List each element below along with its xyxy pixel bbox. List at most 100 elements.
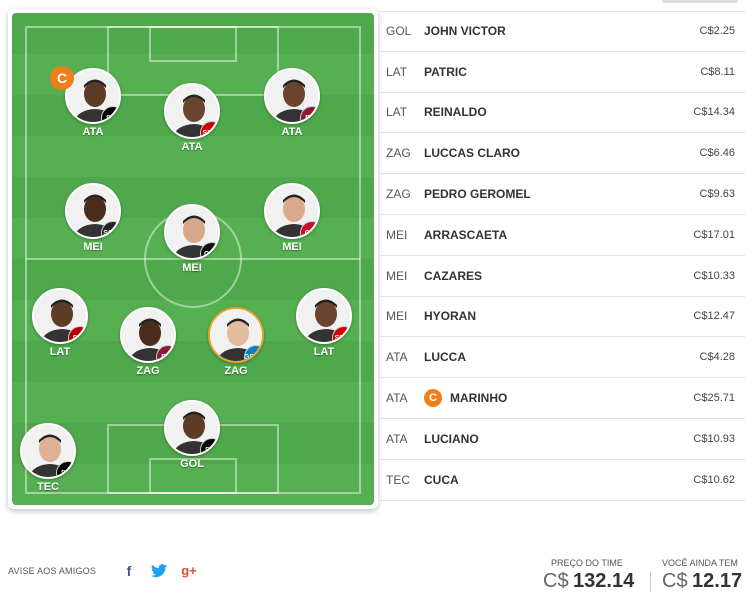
player-row-name: PEDRO GEROMEL (424, 187, 531, 202)
player-row-price: C$9.63 (699, 188, 735, 201)
player-row-name: CUCA (424, 472, 459, 487)
player-row-position: ATA (386, 431, 408, 446)
lineup-player-5[interactable]: CAM MEI (162, 204, 222, 274)
lineup-coach[interactable]: SFC TEC (18, 423, 78, 493)
lineup-player-2[interactable]: SPFC ATA (162, 83, 222, 153)
player-row[interactable]: MEI ARRASCAETA C$17.01 (378, 215, 745, 256)
player-photo: SPFC (164, 83, 220, 139)
remaining-label: VOCÊ AINDA TEM (662, 558, 738, 568)
player-row-price: C$6.46 (699, 147, 735, 160)
share-label: AVISE AOS AMIGOS (8, 566, 97, 576)
facebook-icon[interactable]: f (120, 562, 138, 580)
lineup-player-3[interactable]: FFC ATA (262, 68, 322, 138)
club-shield-icon: CRF (300, 221, 318, 237)
player-row[interactable]: MEI CAZARES C$10.33 (378, 256, 745, 297)
remaining-currency: C$ (662, 570, 688, 592)
player-row[interactable]: GOL JOHN VICTOR C$2.25 (378, 11, 745, 52)
top-tab-edge (662, 0, 738, 3)
player-row-name: LUCCAS CLARO (424, 146, 520, 161)
player-row-name: JOHN VICTOR (424, 24, 506, 39)
player-row-price: C$12.47 (693, 310, 735, 323)
player-row-name-wrap: REINALDO (424, 105, 675, 119)
club-shield-icon: FFC (300, 106, 318, 122)
player-photo: GFBPA (208, 307, 264, 363)
player-photo: CRF (264, 183, 320, 239)
coach-photo: SFC (20, 423, 76, 479)
player-row[interactable]: ATA LUCCA C$4.28 (378, 337, 745, 379)
captain-icon: C (424, 389, 442, 408)
player-row-position: ZAG (386, 187, 411, 202)
player-row-position: ZAG (386, 146, 411, 161)
player-row-name: LUCIANO (424, 431, 479, 446)
player-photo: FFC (120, 307, 176, 363)
player-photo: SCR (32, 288, 88, 344)
player-position: MEI (83, 241, 103, 253)
player-row-position: MEI (386, 309, 408, 324)
player-row-name-wrap: JOHN VICTOR (424, 24, 675, 38)
player-row-position: TEC (386, 472, 410, 487)
player-row-price: C$10.62 (693, 473, 735, 486)
player-position: ZAG (136, 365, 160, 377)
team-price-currency: C$ (543, 570, 569, 592)
player-row-name-wrap: LUCIANO (424, 432, 675, 446)
team-price-value: 132.14 (573, 570, 635, 592)
player-row[interactable]: ATA C MARINHO C$25.71 (378, 378, 745, 419)
club-shield-icon: FFC (156, 345, 174, 361)
player-position: TEC (37, 481, 59, 493)
player-list: GOL JOHN VICTOR C$2.25 LAT PATRIC C$8.11 LAT RE… (378, 11, 745, 501)
lineup-player-10[interactable]: SPFC LAT (294, 288, 354, 358)
player-row-name: CAZARES (424, 268, 483, 283)
twitter-icon[interactable] (150, 562, 168, 580)
club-shield-icon: SPFC (332, 326, 350, 342)
remaining-value: 12.17 (692, 570, 743, 592)
player-row-name-wrap: HYORAN (424, 309, 675, 323)
player-row-name-wrap: LUCCA (424, 350, 675, 364)
player-photo: SCCP (65, 183, 121, 239)
player-row[interactable]: LAT PATRIC C$8.11 (378, 52, 745, 93)
player-row-name: HYORAN (424, 309, 477, 324)
player-row-name-wrap: PEDRO GEROMEL (424, 187, 675, 201)
player-row-price: C$2.25 (699, 25, 735, 38)
player-row-name-wrap: C MARINHO (424, 389, 675, 408)
player-row-position: ATA (386, 391, 408, 406)
player-row-name: PATRIC (424, 64, 467, 79)
player-row-price: C$17.01 (693, 228, 735, 241)
player-row-name-wrap: LUCCAS CLARO (424, 146, 675, 160)
club-shield-icon: SFC (200, 438, 218, 454)
club-shield-icon: SFC (101, 106, 119, 122)
player-row[interactable]: ZAG LUCCAS CLARO C$6.46 (378, 133, 745, 175)
player-position: LAT (49, 346, 71, 358)
player-position: MEI (182, 262, 202, 274)
player-position: ATA (181, 141, 203, 153)
player-photo: FFC (264, 68, 320, 124)
lineup-player-9[interactable]: GFBPA ZAG (206, 307, 266, 377)
player-row[interactable]: ATA LUCIANO C$10.93 (378, 419, 745, 460)
player-row-name: ARRASCAETA (424, 227, 508, 242)
player-row-position: MEI (386, 227, 408, 242)
player-position: ATA (82, 126, 104, 138)
lineup-player-6[interactable]: CRF MEI (262, 183, 322, 253)
player-row[interactable]: ZAG PEDRO GEROMEL C$9.63 (378, 174, 745, 215)
player-row-position: MEI (386, 268, 408, 283)
player-row-position: ATA (386, 350, 408, 365)
stat-divider (650, 572, 651, 592)
lineup-player-4[interactable]: SCCP MEI (63, 183, 123, 253)
player-row[interactable]: MEI HYORAN C$12.47 (378, 297, 745, 338)
player-position: LAT (313, 346, 335, 358)
player-photo: SFC (164, 400, 220, 456)
lineup-player-8[interactable]: FFC ZAG (118, 307, 178, 377)
google-plus-icon[interactable]: g+ (180, 562, 198, 580)
captain-badge: C (50, 66, 74, 90)
lineup-player-11[interactable]: SFC GOL (162, 400, 222, 470)
club-shield-icon: GFBPA (244, 345, 262, 361)
player-row[interactable]: LAT REINALDO C$14.34 (378, 93, 745, 134)
player-photo: SPFC (296, 288, 352, 344)
player-row[interactable]: TEC CUCA C$10.62 (378, 460, 745, 501)
player-row-price: C$14.34 (693, 106, 735, 119)
player-row-position: LAT (386, 105, 408, 120)
lineup-player-7[interactable]: SCR LAT (30, 288, 90, 358)
player-row-price: C$8.11 (700, 65, 735, 78)
player-position: GOL (180, 458, 204, 470)
team-price-label: PREÇO DO TIME (551, 558, 623, 568)
club-shield-icon: CAM (200, 242, 218, 258)
